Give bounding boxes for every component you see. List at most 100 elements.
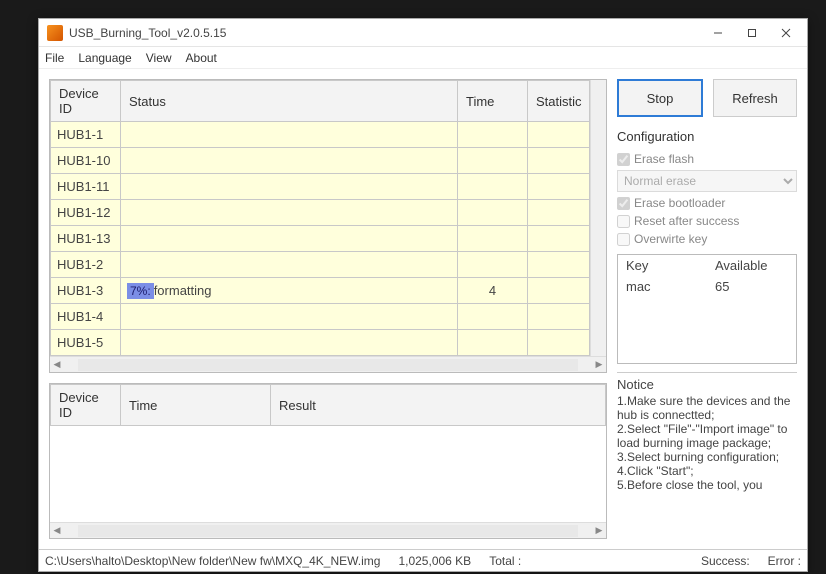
- device-id-cell: HUB1-1: [51, 122, 121, 148]
- device-id-cell: HUB1-13: [51, 226, 121, 252]
- table-row[interactable]: HUB1-1: [51, 122, 590, 148]
- statistic-cell: [528, 304, 590, 330]
- status-cell: [121, 304, 458, 330]
- statistic-cell: [528, 200, 590, 226]
- log-table: Device ID Time Result: [50, 384, 606, 426]
- table-row[interactable]: HUB1-13: [51, 226, 590, 252]
- key-name: mac: [618, 276, 707, 297]
- content-area: Device ID Status Time Statistic HUB1-1HU…: [39, 69, 807, 549]
- col-time[interactable]: Time: [458, 81, 528, 122]
- statistic-cell: [528, 278, 590, 304]
- erase-bootloader-option[interactable]: Erase bootloader: [617, 196, 797, 210]
- device-table-hscroll[interactable]: ◀ ▶: [50, 356, 606, 372]
- menu-language[interactable]: Language: [78, 51, 131, 65]
- status-cell: [121, 200, 458, 226]
- refresh-button[interactable]: Refresh: [713, 79, 797, 117]
- scroll-right-icon[interactable]: ▶: [592, 524, 606, 538]
- time-cell: [458, 174, 528, 200]
- key-header: Key: [618, 255, 707, 276]
- erase-bootloader-checkbox[interactable]: [617, 197, 630, 210]
- table-row[interactable]: HUB1-37%:formatting4: [51, 278, 590, 304]
- col-device-id[interactable]: Device ID: [51, 81, 121, 122]
- col-status[interactable]: Status: [121, 81, 458, 122]
- status-size: 1,025,006 KB: [398, 554, 471, 568]
- statistic-cell: [528, 122, 590, 148]
- statistic-cell: [528, 226, 590, 252]
- action-buttons: Stop Refresh: [617, 79, 797, 117]
- device-table-vscroll[interactable]: [590, 80, 606, 356]
- log-table-hscroll[interactable]: ◀ ▶: [50, 522, 606, 538]
- col-log-result[interactable]: Result: [271, 385, 606, 426]
- device-id-cell: HUB1-11: [51, 174, 121, 200]
- status-cell: [121, 122, 458, 148]
- table-row[interactable]: HUB1-11: [51, 174, 590, 200]
- reset-after-option[interactable]: Reset after success: [617, 214, 797, 228]
- window-title: USB_Burning_Tool_v2.0.5.15: [69, 26, 701, 40]
- menu-view[interactable]: View: [146, 51, 172, 65]
- table-row[interactable]: HUB1-12: [51, 200, 590, 226]
- menu-file[interactable]: File: [45, 51, 64, 65]
- col-log-device-id[interactable]: Device ID: [51, 385, 121, 426]
- overwrite-key-checkbox[interactable]: [617, 233, 630, 246]
- time-cell: [458, 122, 528, 148]
- device-id-cell: HUB1-3: [51, 278, 121, 304]
- available-header: Available: [707, 255, 796, 276]
- menubar: File Language View About: [39, 47, 807, 69]
- configuration-title: Configuration: [617, 129, 797, 144]
- time-cell: [458, 148, 528, 174]
- window-controls: [701, 22, 803, 44]
- close-button[interactable]: [769, 22, 803, 44]
- status-text: formatting: [154, 283, 212, 298]
- scroll-left-icon[interactable]: ◀: [50, 524, 64, 538]
- erase-mode-select[interactable]: Normal erase: [617, 170, 797, 192]
- status-cell: [121, 226, 458, 252]
- status-total: Total :: [489, 554, 521, 568]
- right-pane: Stop Refresh Configuration Erase flash N…: [617, 79, 797, 539]
- device-id-cell: HUB1-5: [51, 330, 121, 356]
- statistic-cell: [528, 148, 590, 174]
- status-cell: [121, 252, 458, 278]
- maximize-button[interactable]: [735, 22, 769, 44]
- table-row[interactable]: HUB1-4: [51, 304, 590, 330]
- status-cell: [121, 174, 458, 200]
- stop-button[interactable]: Stop: [617, 79, 703, 117]
- time-cell: [458, 252, 528, 278]
- progress-badge: 7%:: [127, 283, 154, 299]
- erase-flash-checkbox[interactable]: [617, 153, 630, 166]
- device-table-container: Device ID Status Time Statistic HUB1-1HU…: [49, 79, 607, 373]
- menu-about[interactable]: About: [186, 51, 217, 65]
- time-cell: [458, 226, 528, 252]
- titlebar: USB_Burning_Tool_v2.0.5.15: [39, 19, 807, 47]
- table-row[interactable]: HUB1-10: [51, 148, 590, 174]
- app-icon: [47, 25, 63, 41]
- scroll-left-icon[interactable]: ◀: [50, 358, 64, 372]
- col-statistic[interactable]: Statistic: [528, 81, 590, 122]
- reset-after-checkbox[interactable]: [617, 215, 630, 228]
- device-table: Device ID Status Time Statistic HUB1-1HU…: [50, 80, 590, 356]
- scroll-right-icon[interactable]: ▶: [592, 358, 606, 372]
- time-cell: 4: [458, 278, 528, 304]
- key-table: KeyAvailable mac65: [617, 254, 797, 364]
- minimize-button[interactable]: [701, 22, 735, 44]
- statistic-cell: [528, 174, 590, 200]
- status-cell: 7%:formatting: [121, 278, 458, 304]
- notice-title: Notice: [617, 377, 797, 392]
- notice-text: 1.Make sure the devices and the hub is c…: [617, 394, 797, 492]
- time-cell: [458, 304, 528, 330]
- status-cell: [121, 330, 458, 356]
- status-success: Success:: [701, 554, 750, 568]
- table-row[interactable]: HUB1-2: [51, 252, 590, 278]
- status-cell: [121, 148, 458, 174]
- statusbar: C:\Users\halto\Desktop\New folder\New fw…: [39, 549, 807, 571]
- device-id-cell: HUB1-12: [51, 200, 121, 226]
- app-window: USB_Burning_Tool_v2.0.5.15 File Language…: [38, 18, 808, 572]
- table-row[interactable]: HUB1-5: [51, 330, 590, 356]
- device-id-cell: HUB1-2: [51, 252, 121, 278]
- key-available: 65: [707, 276, 796, 297]
- status-path: C:\Users\halto\Desktop\New folder\New fw…: [45, 554, 380, 568]
- overwrite-key-option[interactable]: Overwirte key: [617, 232, 797, 246]
- device-id-cell: HUB1-10: [51, 148, 121, 174]
- col-log-time[interactable]: Time: [121, 385, 271, 426]
- left-pane: Device ID Status Time Statistic HUB1-1HU…: [49, 79, 607, 539]
- erase-flash-option[interactable]: Erase flash: [617, 152, 797, 166]
